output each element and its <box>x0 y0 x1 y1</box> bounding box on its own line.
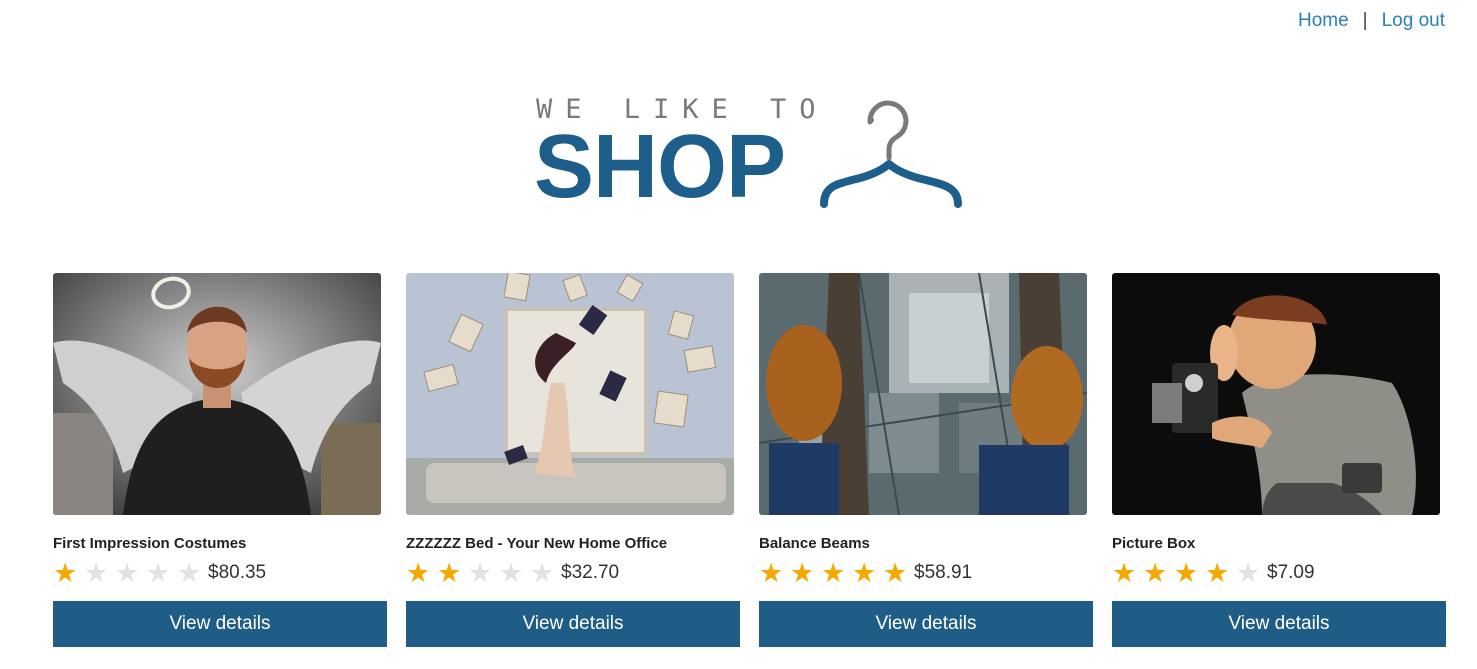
product-price: $58.91 <box>914 562 973 583</box>
top-nav: Home | Log out <box>1298 10 1445 32</box>
star-icon: ★ <box>821 557 846 588</box>
star-icon: ★ <box>790 557 815 588</box>
nav-separator: | <box>1362 10 1368 31</box>
product-title[interactable]: First Impression Costumes <box>53 535 387 552</box>
product-meta: ★ ★ ★ ★ ★ $80.35 <box>53 557 387 588</box>
product-meta: ★ ★ ★ ★ ★ $32.70 <box>406 557 740 588</box>
star-icon: ★ <box>1205 557 1230 588</box>
star-icon: ★ <box>759 557 784 588</box>
product-price: $7.09 <box>1267 562 1315 583</box>
rating-stars: ★ ★ ★ ★ ★ <box>53 557 208 588</box>
product-image[interactable] <box>53 273 381 515</box>
view-details-button[interactable]: View details <box>53 601 387 647</box>
product-image[interactable] <box>1112 273 1440 515</box>
home-link[interactable]: Home <box>1298 10 1349 32</box>
star-icon: ★ <box>177 557 202 588</box>
view-details-button[interactable]: View details <box>759 601 1093 647</box>
star-icon: ★ <box>53 557 78 588</box>
logo-wordmark: SHOP <box>534 117 786 217</box>
star-icon: ★ <box>84 557 109 588</box>
product-card: Picture Box ★ ★ ★ ★ ★ $7.09 View details <box>1112 273 1446 647</box>
product-card: Balance Beams ★ ★ ★ ★ ★ $58.91 View details <box>759 273 1093 647</box>
logout-link[interactable]: Log out <box>1382 10 1445 32</box>
view-details-button[interactable]: View details <box>406 601 740 647</box>
product-title[interactable]: ZZZZZZ Bed - Your New Home Office <box>406 535 740 552</box>
rating-stars: ★ ★ ★ ★ ★ <box>406 557 561 588</box>
star-icon: ★ <box>1236 557 1261 588</box>
product-price: $80.35 <box>208 562 267 583</box>
star-icon: ★ <box>530 557 555 588</box>
view-details-button[interactable]: View details <box>1112 601 1446 647</box>
product-title[interactable]: Balance Beams <box>759 535 1093 552</box>
star-icon: ★ <box>1143 557 1168 588</box>
star-icon: ★ <box>115 557 140 588</box>
product-image[interactable] <box>759 273 1087 515</box>
product-card: ZZZZZZ Bed - Your New Home Office ★ ★ ★ ★ ★ … <box>406 273 740 647</box>
hanger-icon <box>820 100 962 208</box>
star-icon: ★ <box>1112 557 1137 588</box>
rating-stars: ★ ★ ★ ★ ★ <box>1112 557 1267 588</box>
product-card: First Impression Costumes ★ ★ ★ ★ ★ $80.35 V… <box>53 273 387 647</box>
star-icon: ★ <box>883 557 908 588</box>
star-icon: ★ <box>1174 557 1199 588</box>
star-icon: ★ <box>499 557 524 588</box>
rating-stars: ★ ★ ★ ★ ★ <box>759 557 914 588</box>
product-grid: First Impression Costumes ★ ★ ★ ★ ★ $80.35 V… <box>53 273 1446 647</box>
star-icon: ★ <box>852 557 877 588</box>
star-icon: ★ <box>406 557 431 588</box>
product-meta: ★ ★ ★ ★ ★ $7.09 <box>1112 557 1446 588</box>
product-image[interactable] <box>406 273 734 515</box>
product-price: $32.70 <box>561 562 620 583</box>
product-meta: ★ ★ ★ ★ ★ $58.91 <box>759 557 1093 588</box>
star-icon: ★ <box>146 557 171 588</box>
star-icon: ★ <box>468 557 493 588</box>
site-logo[interactable]: WE LIKE TO SHOP <box>534 92 974 216</box>
product-title[interactable]: Picture Box <box>1112 535 1446 552</box>
star-icon: ★ <box>437 557 462 588</box>
